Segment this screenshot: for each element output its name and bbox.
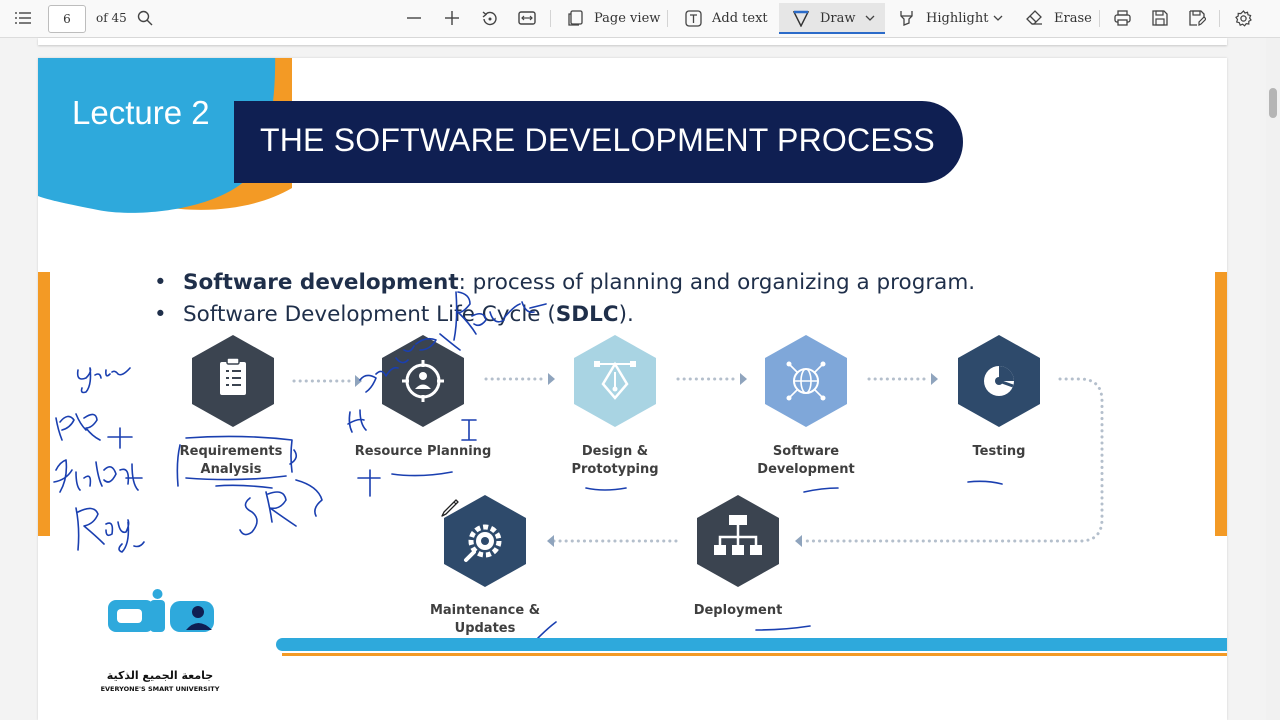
logo-english-text: EVERYONE'S SMART UNIVERSITY [100,685,220,693]
save-as-icon[interactable] [1189,0,1206,36]
print-icon[interactable] [1114,0,1131,36]
erase-label: Erase [1054,10,1092,26]
highlight-label: Highlight [926,10,989,26]
step-label-testing: Testing [972,444,1026,459]
page-view-label: Page view [594,10,661,26]
previous-page-edge [38,38,1227,45]
erase-icon [1026,10,1043,26]
contents-icon[interactable] [14,0,32,36]
settings-icon[interactable] [1235,0,1252,36]
footer-orange-line [282,653,1227,656]
draw-label: Draw [820,10,856,26]
page-count: of 45 [96,11,127,25]
draw-icon [793,10,809,27]
save-icon[interactable] [1152,0,1168,36]
hex-resource-planning [382,335,464,427]
add-text-label: Add text [712,10,768,26]
page-number-input[interactable]: 6 [48,5,86,33]
zoom-in-icon[interactable] [444,0,460,36]
step-label-design: Design & Prototyping [571,444,659,477]
hex-maintenance [444,495,526,587]
university-logo-icon [108,589,214,632]
sdlc-diagram [53,291,1104,639]
page-view-icon [567,10,584,26]
hex-design-prototyping [574,335,656,427]
step-label-resource-planning: Resource Planning [354,444,492,459]
draw-options-chevron-icon[interactable] [865,0,875,36]
search-icon[interactable] [137,0,153,36]
step-label-requirements: Requirements Analysis [179,444,283,477]
erase-button[interactable]: Erase [1026,0,1092,36]
slide-page: THE SOFTWARE DEVELOPMENT PROCESS Lecture… [38,58,1227,720]
step-label-maintenance: Maintenance & Updates [429,603,541,636]
footer-blue-line [276,638,1227,651]
step-label-software-development: Software Development [757,444,855,477]
hex-requirements [192,335,274,427]
scrollbar-thumb[interactable] [1269,88,1277,118]
highlight-options-chevron-icon[interactable] [993,0,1003,36]
add-text-icon [685,9,702,27]
add-text-button[interactable]: Add text [685,0,768,36]
hex-software-development [765,335,847,427]
rotate-icon[interactable] [481,0,498,36]
hex-deployment [697,495,779,587]
vertical-scrollbar[interactable] [1266,38,1280,720]
highlight-button[interactable]: Highlight [899,0,988,36]
pdf-toolbar: 6 of 45 Page view Add text Draw Highligh… [0,0,1280,38]
fit-width-icon[interactable] [518,0,536,36]
logo-arabic-text: جامعة الجميع الذكية [106,669,214,682]
zoom-out-icon[interactable] [406,0,422,36]
step-label-deployment: Deployment [693,603,783,618]
draw-button[interactable]: Draw [793,0,856,36]
hex-testing [958,335,1040,427]
page-view-button[interactable]: Page view [567,0,660,36]
highlight-icon [899,10,915,27]
